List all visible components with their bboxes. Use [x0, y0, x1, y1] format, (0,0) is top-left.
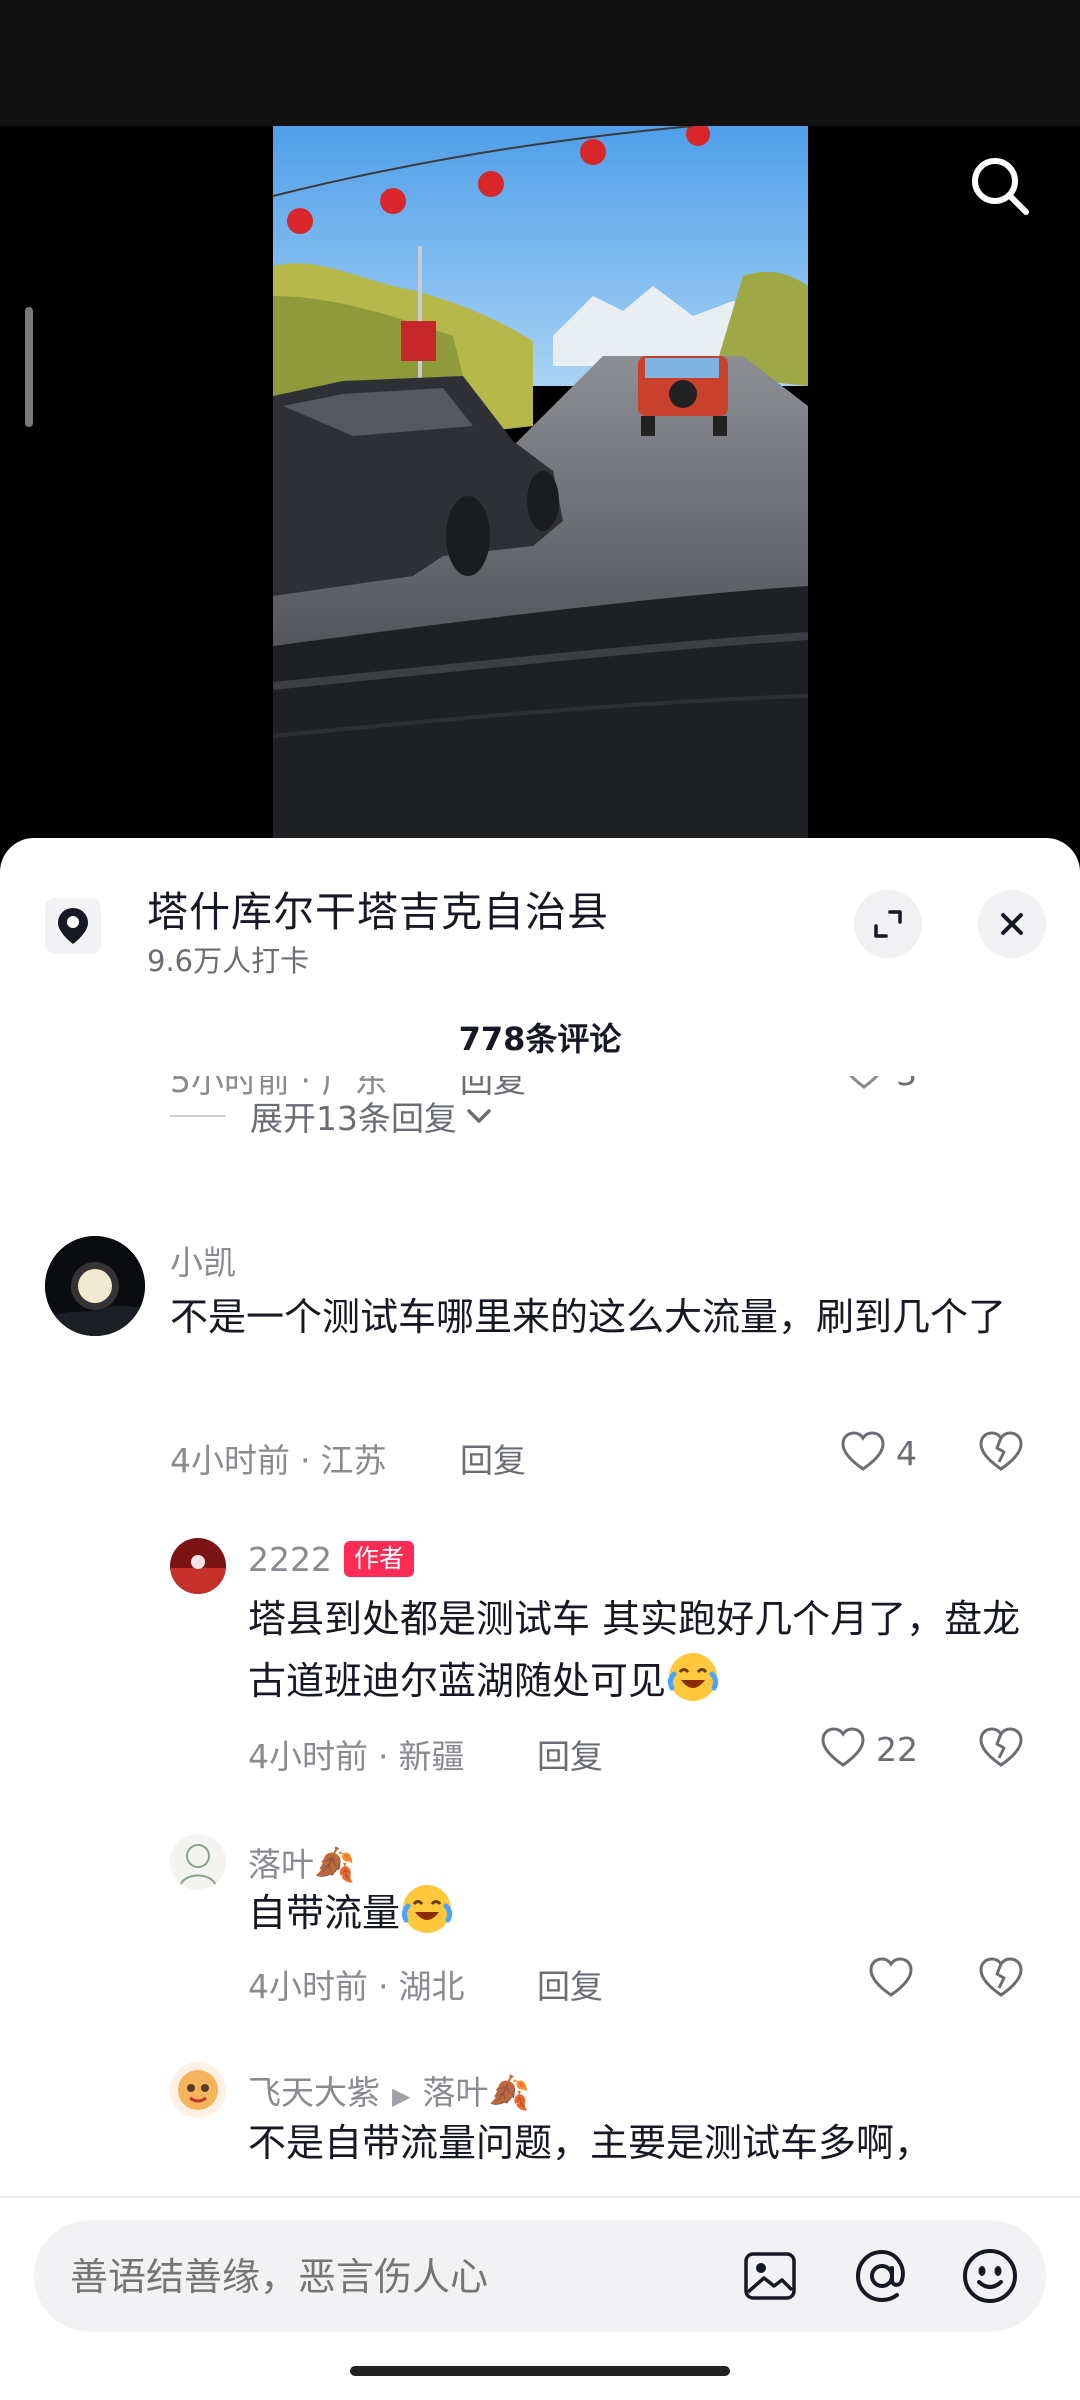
dislike-button[interactable]	[978, 1726, 1026, 1772]
broken-heart-icon	[979, 1727, 1023, 1767]
broken-heart-icon	[979, 1957, 1023, 1997]
expand-button[interactable]	[854, 890, 922, 958]
image-icon	[744, 2252, 796, 2300]
partial-like-button[interactable]	[842, 1076, 888, 1096]
video-thumbnail	[273, 126, 808, 850]
comment-username[interactable]: 小凯	[170, 1236, 236, 1284]
video-frame[interactable]	[273, 126, 808, 850]
reply-region: 新疆	[398, 1737, 465, 1776]
like-count: 4	[896, 1434, 917, 1473]
close-button[interactable]	[978, 890, 1046, 958]
like-button[interactable]	[840, 1430, 888, 1476]
comment-input[interactable]	[70, 2254, 710, 2302]
expand-replies-line	[170, 1115, 226, 1117]
reply-username-row: 飞天大紫 ▶ 落叶🍂	[248, 2066, 530, 2114]
video-player[interactable]	[0, 0, 1080, 850]
reply-to-username[interactable]: 落叶🍂	[422, 2073, 529, 2112]
cartoon-avatar-image	[170, 2062, 226, 2118]
dislike-button[interactable]	[978, 1956, 1026, 2002]
expand-replies-label: 展开13条回复	[250, 1099, 457, 1138]
reply-text-block: 自带流量	[248, 1882, 1038, 1944]
reply-text: 不是自带流量问题，主要是测试车多啊，	[248, 2121, 933, 2165]
chevron-down-icon	[467, 1109, 491, 1123]
expand-icon	[874, 910, 902, 938]
reply-time: 4小时前	[248, 1737, 368, 1776]
heart-icon	[841, 1431, 885, 1471]
expand-replies-button[interactable]: 展开13条回复	[170, 1076, 570, 1156]
reply-text: 自带流量	[248, 1891, 401, 1935]
at-icon	[855, 2249, 905, 2303]
image-button[interactable]	[736, 2242, 804, 2310]
reply-username[interactable]: 2222	[248, 1540, 332, 1579]
status-bar-area	[0, 0, 1080, 126]
sketch-avatar-image	[170, 1834, 226, 1890]
dislike-button[interactable]	[978, 1430, 1026, 1476]
avatar[interactable]	[45, 1236, 145, 1336]
emoji-button[interactable]	[956, 2242, 1024, 2310]
reply-username[interactable]: 落叶🍂	[248, 1838, 355, 1886]
reply-button[interactable]: 回复	[537, 1730, 603, 1778]
avatar[interactable]	[170, 1538, 226, 1594]
broken-heart-icon	[979, 1431, 1023, 1471]
search-button[interactable]	[966, 152, 1034, 220]
reply-username[interactable]: 飞天大紫	[248, 2073, 380, 2112]
heart-icon	[849, 1076, 879, 1089]
location-pin-icon	[45, 898, 101, 954]
reply-username-row: 2222 作者	[248, 1540, 414, 1579]
location-checkins: 9.6万人打卡	[147, 944, 310, 978]
laugh-cry-emoji-icon	[401, 1885, 453, 1933]
comment-count-title: 778条评论	[458, 1020, 622, 1058]
laugh-cry-emoji-icon	[667, 1653, 719, 1701]
reply-text-block: 塔县到处都是测试车 其实跑好几个月了，盘龙古道班迪尔蓝湖随处可见	[248, 1588, 1038, 1712]
reply-arrow-icon: ▶	[392, 2082, 411, 2110]
emoji-icon	[963, 2249, 1017, 2303]
mention-button[interactable]	[848, 2242, 916, 2310]
partial-like-count: 3	[896, 1076, 917, 1093]
moon-avatar-image	[45, 1236, 145, 1336]
like-count: 22	[876, 1730, 918, 1769]
close-icon	[1001, 913, 1023, 935]
reply-text: 塔县到处都是测试车 其实跑好几个月了，盘龙古道班迪尔蓝湖随处可见	[248, 1597, 1021, 1703]
reply-button[interactable]: 回复	[537, 1960, 603, 2008]
comment-input-bar[interactable]	[34, 2220, 1046, 2332]
reply-meta: 4小时前 · 湖北	[248, 1967, 465, 2006]
like-button[interactable]	[820, 1726, 868, 1772]
reply-region: 湖北	[398, 1967, 465, 2006]
comment-text: 不是一个测试车哪里来的这么大流量，刷到几个了	[170, 1295, 1007, 1339]
like-button[interactable]	[868, 1956, 916, 2002]
comment-region: 江苏	[320, 1441, 387, 1480]
red-avatar-image	[170, 1538, 226, 1594]
heart-icon	[821, 1727, 865, 1767]
heart-icon	[869, 1957, 913, 1997]
search-icon	[972, 158, 1029, 215]
home-indicator[interactable]	[350, 2366, 730, 2376]
comment-list[interactable]: 5小时前 · 广东 回复 3 展开13条回复 小凯 不是	[0, 1076, 1080, 2226]
comment-time: 4小时前	[170, 1441, 290, 1480]
author-badge: 作者	[343, 1541, 414, 1577]
comment-meta: 4小时前 · 江苏	[170, 1441, 387, 1480]
avatar[interactable]	[170, 1834, 226, 1890]
reply-time: 4小时前	[248, 1967, 368, 2006]
reply-meta: 4小时前 · 新疆	[248, 1737, 465, 1776]
side-drag-handle[interactable]	[25, 307, 33, 427]
reply-button[interactable]: 回复	[460, 1434, 526, 1482]
location-name[interactable]: 塔什库尔干塔吉克自治县	[147, 878, 609, 938]
comments-sheet: 塔什库尔干塔吉克自治县 9.6万人打卡 778条评论 5小时前 · 广东 回复 …	[0, 838, 1080, 2400]
avatar[interactable]	[170, 2062, 226, 2118]
